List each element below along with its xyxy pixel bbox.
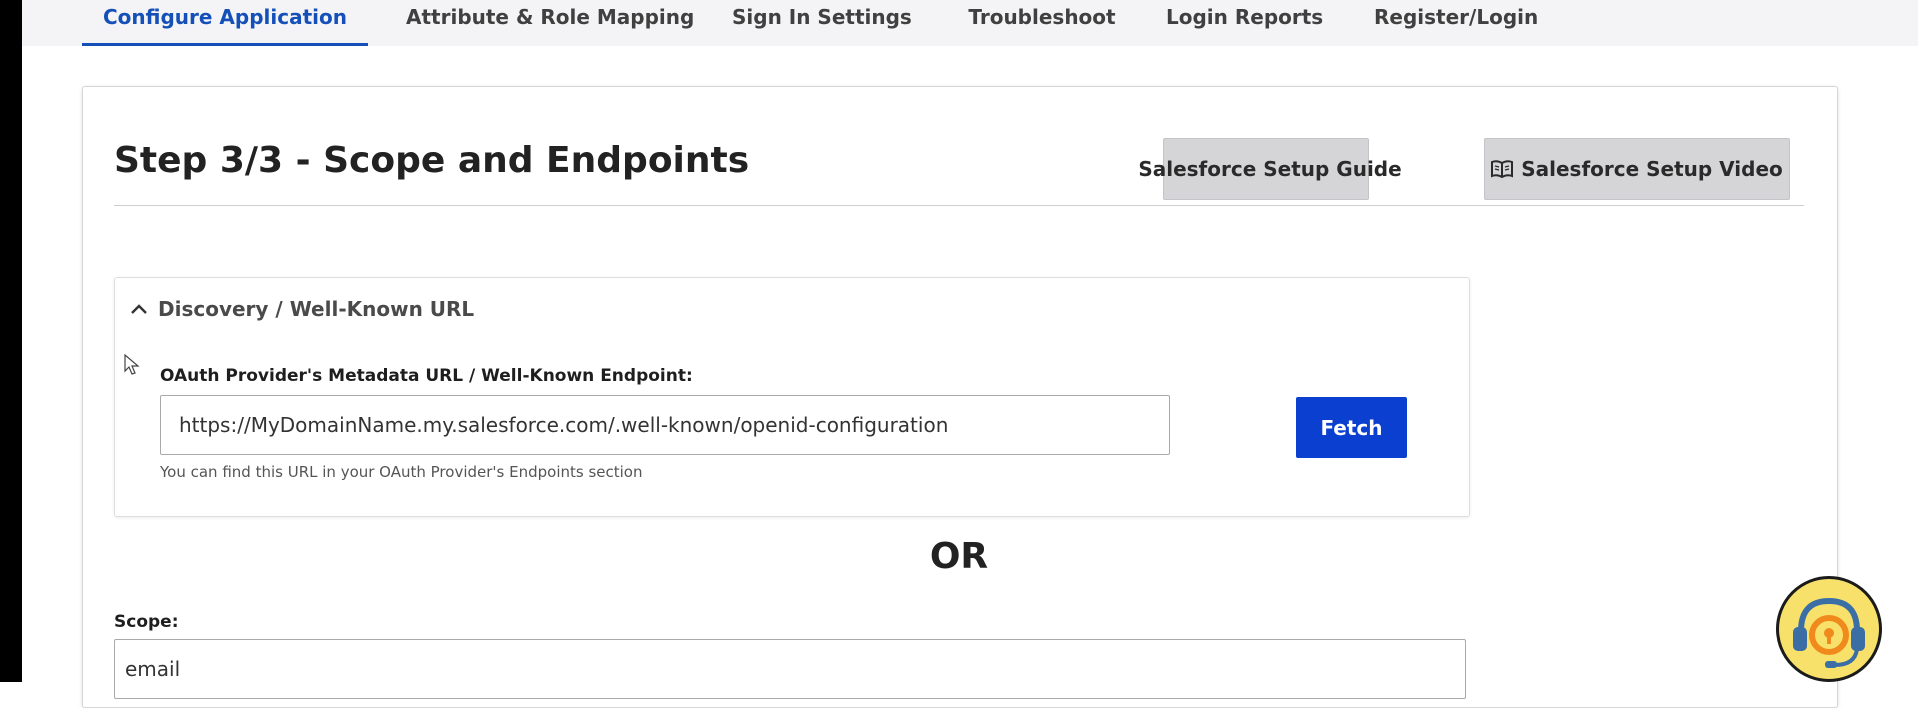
metadata-url-help-text: You can find this URL in your OAuth Prov… [160,463,643,481]
tab-attribute-role-mapping[interactable]: Attribute & Role Mapping [406,0,694,46]
discovery-panel-toggle[interactable]: Discovery / Well-Known URL [130,294,474,324]
discovery-panel-title: Discovery / Well-Known URL [158,297,475,321]
mouse-cursor-icon [124,354,140,375]
book-icon [1491,160,1514,178]
tab-troubleshoot[interactable]: Troubleshoot [960,0,1124,46]
salesforce-setup-guide-button[interactable]: Salesforce Setup Guide [1138,138,1402,200]
left-window-edge [0,0,22,682]
setup-guide-label: Salesforce Setup Guide [1138,157,1402,181]
metadata-url-label: OAuth Provider's Metadata URL / Well-Kno… [160,366,693,386]
page-title: Step 3/3 - Scope and Endpoints [114,140,750,181]
chevron-up-icon [131,304,147,314]
tab-label: Troubleshoot [968,5,1116,29]
tab-label: Register/Login [1374,5,1539,29]
fetch-button[interactable]: Fetch [1296,397,1407,458]
title-divider [114,205,1804,206]
tab-label: Login Reports [1166,5,1324,29]
scope-label: Scope: [114,612,179,632]
scope-input[interactable] [114,639,1466,699]
tab-label: Attribute & Role Mapping [406,5,695,29]
salesforce-setup-video-button[interactable]: Salesforce Setup Video [1484,138,1790,200]
tab-login-reports[interactable]: Login Reports [1166,0,1323,46]
headset-support-icon [1793,597,1865,668]
or-separator: OR [929,536,989,577]
metadata-url-input[interactable] [160,395,1170,455]
tab-register-login[interactable]: Register/Login [1374,0,1538,46]
tab-label: Configure Application [103,5,347,29]
tab-sign-in-settings[interactable]: Sign In Settings [732,0,912,46]
support-chat-button[interactable] [1776,576,1882,682]
tab-configure-application[interactable]: Configure Application [82,0,368,46]
top-tab-bar: Configure Application Attribute & Role M… [22,0,1918,46]
setup-video-label: Salesforce Setup Video [1521,157,1783,181]
tab-label: Sign In Settings [732,5,912,29]
